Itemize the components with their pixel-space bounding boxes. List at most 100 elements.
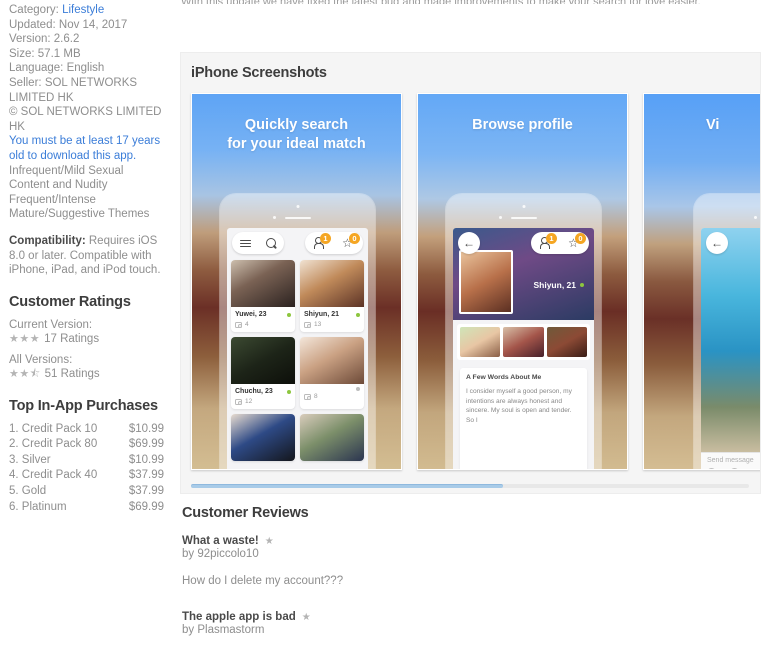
profile-name: Shiyun, 21 <box>533 280 576 290</box>
photo-thumbnail-row[interactable] <box>457 324 590 360</box>
meta-label-version: Version: <box>9 33 51 46</box>
meta-row-version: Version: 2.6.2 <box>9 32 164 47</box>
current-version-count: 17 Ratings <box>44 332 100 345</box>
camera-icon <box>304 321 312 329</box>
copyright-line: © SOL NETWORKS LIMITED HK <box>9 106 162 133</box>
list-item: 6. Platinum $69.99 <box>9 500 164 516</box>
send-message-input[interactable]: Send message <box>707 457 760 464</box>
screenshots-strip[interactable]: Quickly search for your ideal match 1 ☆ … <box>191 93 760 470</box>
meta-row-seller: Seller: SOL NETWORKS LIMITED HK <box>9 76 164 105</box>
photo-count: 13 <box>314 321 322 328</box>
meta-value-size: 57.1 MB <box>37 47 81 60</box>
photo-thumbnail[interactable] <box>460 327 501 357</box>
person-add-icon[interactable]: 1 <box>313 232 331 250</box>
photo-thumbnail[interactable] <box>503 327 544 357</box>
category-link[interactable]: Lifestyle <box>62 4 104 16</box>
screenshot-3-caption: Vi <box>644 116 760 135</box>
left-toolbar-pill[interactable] <box>232 232 284 254</box>
scrollbar-thumb[interactable] <box>191 484 504 488</box>
phone-camera-icon <box>522 205 525 208</box>
list-item: 4. Credit Pack 40 $37.99 <box>9 468 164 484</box>
back-button[interactable]: ← <box>706 232 728 254</box>
app-info-sidebar: Category: Lifestyle Updated: Nov 14, 201… <box>0 0 172 627</box>
arrow-left-icon[interactable]: ← <box>463 236 475 250</box>
phone-mockup: ← Send message <box>694 194 760 469</box>
emoji-icon[interactable] <box>707 468 716 469</box>
in-app-purchases-list: 1. Credit Pack 10 $10.99 2. Credit Pack … <box>9 422 164 516</box>
iap-name: 6. Platinum <box>9 500 67 513</box>
meta-value-updated: Nov 14, 2017 <box>58 18 128 31</box>
menu-icon[interactable] <box>239 237 252 250</box>
photo-thumbnail[interactable] <box>546 327 587 357</box>
in-app-purchases-heading: Top In-App Purchases <box>9 397 158 414</box>
compatibility-block: Compatibility: Requires iOS 8.0 or later… <box>9 234 164 278</box>
review-item: The apple app is bad ★ by Plasmastorm <box>180 611 755 638</box>
review-star-rating-icon: ★ <box>264 535 274 547</box>
profile-photo-count: 8 <box>304 393 360 401</box>
screenshot-1[interactable]: Quickly search for your ideal match 1 ☆ … <box>191 93 402 470</box>
profile-name: Yuwei, 23 <box>235 311 267 318</box>
chat-photo <box>701 228 760 452</box>
phone-mockup: Shiyun, 21 ← 1 ☆ 0 A Few Words About Me … <box>446 194 601 469</box>
right-toolbar-pill[interactable]: 1 ☆ 0 <box>305 232 363 254</box>
profile-avatar <box>459 250 513 314</box>
meta-label-language: Language: <box>9 62 64 75</box>
caption-line-2: for your ideal match <box>227 136 366 152</box>
screenshots-scrollbar[interactable] <box>180 480 761 493</box>
age-restriction-notice: You must be at least 17 years old to dow… <box>9 135 161 162</box>
right-toolbar-pill[interactable]: 1 ☆ 0 <box>531 232 589 254</box>
profile-name-row: Shiyun, 21 <box>304 310 360 319</box>
phone-sensor-icon <box>498 216 502 219</box>
online-status-icon <box>356 312 360 317</box>
send-message-bar[interactable]: Send message <box>701 452 760 469</box>
list-item: 1. Credit Pack 10 $10.99 <box>9 422 164 438</box>
profile-card[interactable]: Chuchu, 23 12 <box>231 337 295 409</box>
star-icon[interactable]: ☆ 0 <box>342 232 360 250</box>
profile-name-row: Chuchu, 23 <box>235 387 291 396</box>
phone-sensor-icon <box>754 216 757 219</box>
meta-row-category: Category: Lifestyle <box>9 3 164 18</box>
screenshot-2[interactable]: Browse profile Shiyun, 21 ← 1 ☆ 0 A Few … <box>417 93 628 470</box>
phone-screen: Shiyun, 21 ← 1 ☆ 0 A Few Words About Me … <box>453 228 594 469</box>
profile-name: Shiyun, 21 <box>304 311 340 318</box>
profile-card[interactable]: Yuwei, 23 4 <box>231 260 295 332</box>
customer-ratings-heading: Customer Ratings <box>9 293 131 310</box>
review-item: What a waste! ★ by 92piccolo10 How do I … <box>180 535 755 589</box>
meta-row-size: Size: 57.1 MB <box>9 47 164 62</box>
phone-screen: 1 ☆ 0 Yuwei, 23 4 Shiyun, 21 13 Chuchu, … <box>227 228 368 469</box>
profile-name: Chuchu, 23 <box>235 388 273 395</box>
screenshots-heading: iPhone Screenshots <box>191 65 327 81</box>
profile-photo <box>300 414 364 461</box>
screenshot-2-caption: Browse profile <box>418 116 627 135</box>
screenshot-3[interactable]: Vi ← Send message <box>643 93 760 470</box>
person-add-icon[interactable]: 1 <box>539 232 557 250</box>
profile-card[interactable] <box>300 414 364 461</box>
bio-card: A Few Words About Me I consider myself a… <box>460 368 587 469</box>
content-warning-1: Infrequent/Mild Sexual Content and Nudit… <box>9 164 124 192</box>
meta-value-version: 2.6.2 <box>53 33 80 46</box>
profile-card[interactable]: Shiyun, 21 13 <box>300 260 364 332</box>
app-topbar: 1 ☆ 0 <box>227 228 368 258</box>
star-icon[interactable]: ☆ 0 <box>568 232 586 250</box>
review-author: by 92piccolo10 <box>182 548 259 560</box>
back-button[interactable]: ← <box>458 232 480 254</box>
profile-grid: Yuwei, 23 4 Shiyun, 21 13 Chuchu, 23 12 … <box>231 260 364 469</box>
profile-name-row: Yuwei, 23 <box>235 310 291 319</box>
caption-line-1: Vi <box>706 117 720 133</box>
update-note-text: With this update we have fixed the lates… <box>181 0 751 4</box>
camera-icon[interactable] <box>730 468 739 469</box>
iap-name: 4. Credit Pack 40 <box>9 469 98 482</box>
compatibility-label: Compatibility: <box>9 234 86 247</box>
profile-hero-name-row: Shiyun, 21 <box>533 280 584 290</box>
arrow-left-icon[interactable]: ← <box>711 236 723 250</box>
iap-name: 1. Credit Pack 10 <box>9 422 98 435</box>
bio-title: A Few Words About Me <box>466 374 542 381</box>
photo-count: 4 <box>245 321 249 328</box>
star-rating-icon: ★★★ <box>9 332 41 345</box>
app-topbar: ← 1 ☆ 0 <box>453 228 594 258</box>
search-icon[interactable] <box>265 237 278 250</box>
profile-card[interactable]: 8 <box>300 337 364 409</box>
meta-value-language: English <box>66 62 105 75</box>
profile-card[interactable] <box>231 414 295 461</box>
iap-name: 2. Credit Pack 80 <box>9 438 98 451</box>
